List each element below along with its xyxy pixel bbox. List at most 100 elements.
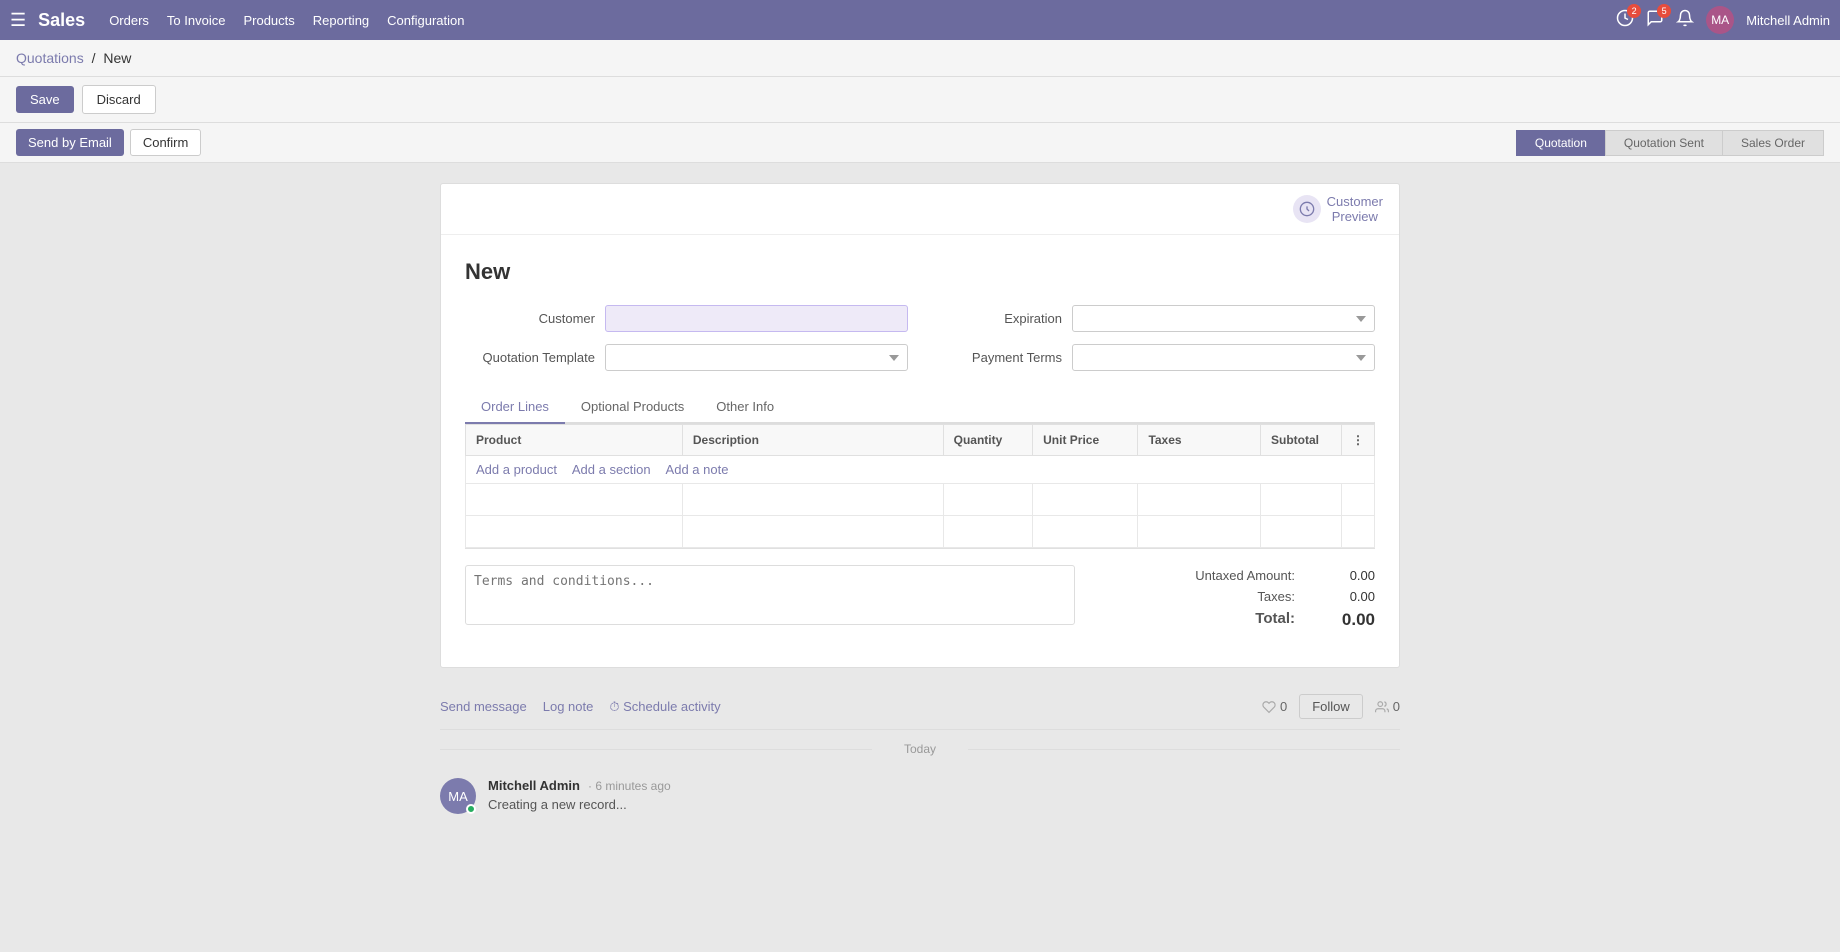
step-sales-order[interactable]: Sales Order xyxy=(1722,130,1824,156)
col-header-subtotal: Subtotal xyxy=(1260,425,1341,456)
customer-field-row: Customer xyxy=(465,305,908,332)
customer-preview-icon xyxy=(1293,195,1321,223)
totals-box: Untaxed Amount: 0.00 Taxes: 0.00 Total: … xyxy=(1095,565,1375,633)
clock-icon: ⏱ xyxy=(609,699,623,714)
table-row xyxy=(466,516,1375,548)
discard-button[interactable]: Discard xyxy=(82,85,156,114)
expiration-input[interactable] xyxy=(1072,305,1375,332)
chatter: Send message Log note ⏱ Schedule activit… xyxy=(440,684,1400,824)
action-buttons: Send by Email Confirm xyxy=(16,129,201,156)
untaxed-amount-row: Untaxed Amount: 0.00 xyxy=(1095,565,1375,586)
table-row xyxy=(466,484,1375,516)
order-lines-table: Product Description Quantity Unit Price … xyxy=(465,424,1375,548)
chatter-right: 0 Follow 0 xyxy=(1262,694,1400,719)
app-grid-icon[interactable]: ☰ xyxy=(10,10,26,31)
alerts-icon[interactable] xyxy=(1676,9,1694,32)
nav-orders[interactable]: Orders xyxy=(109,13,149,28)
expiration-label: Expiration xyxy=(932,311,1062,326)
followers-value: 0 xyxy=(1393,699,1400,714)
message-avatar: MA xyxy=(440,778,476,814)
customer-label: Customer xyxy=(465,311,595,326)
status-steps: Quotation Quotation Sent Sales Order xyxy=(1516,130,1824,156)
total-value: 0.00 xyxy=(1315,610,1375,630)
log-note-button[interactable]: Log note xyxy=(543,695,594,718)
form-title: New xyxy=(465,259,1375,285)
messages-icon[interactable]: 5 xyxy=(1646,9,1664,32)
chatter-actions: Send message Log note ⏱ Schedule activit… xyxy=(440,684,1400,730)
form-card: CustomerPreview New Customer Expiration xyxy=(440,183,1400,668)
send-email-button[interactable]: Send by Email xyxy=(16,129,124,156)
send-message-button[interactable]: Send message xyxy=(440,695,527,718)
add-links-cell: Add a product Add a section Add a note xyxy=(466,456,1375,484)
total-label: Total: xyxy=(1255,610,1295,630)
likes-value: 0 xyxy=(1280,699,1287,714)
nav-right: 2 5 MA Mitchell Admin xyxy=(1616,6,1830,34)
untaxed-label: Untaxed Amount: xyxy=(1195,568,1295,583)
col-header-unit-price: Unit Price xyxy=(1033,425,1138,456)
tab-order-lines[interactable]: Order Lines xyxy=(465,391,565,424)
tab-optional-products[interactable]: Optional Products xyxy=(565,391,700,424)
timeline-separator: Today xyxy=(440,742,1400,756)
breadcrumb-parent[interactable]: Quotations xyxy=(16,50,84,66)
tab-other-info[interactable]: Other Info xyxy=(700,391,790,424)
taxes-label: Taxes: xyxy=(1257,589,1295,604)
bottom-section: Untaxed Amount: 0.00 Taxes: 0.00 Total: … xyxy=(465,565,1375,643)
followers-count: 0 xyxy=(1375,699,1400,714)
step-quotation[interactable]: Quotation xyxy=(1516,130,1606,156)
nav-reporting[interactable]: Reporting xyxy=(313,13,369,28)
add-product-link[interactable]: Add a product xyxy=(476,462,557,477)
tabs: Order Lines Optional Products Other Info xyxy=(465,391,1375,424)
table-header-row: Product Description Quantity Unit Price … xyxy=(466,425,1375,456)
taxes-value: 0.00 xyxy=(1315,589,1375,604)
schedule-activity-button[interactable]: ⏱ Schedule activity xyxy=(609,695,720,719)
card-header: CustomerPreview xyxy=(441,184,1399,235)
nav-products[interactable]: Products xyxy=(243,13,294,28)
action-bar: Save Discard xyxy=(0,77,1840,123)
updates-badge: 2 xyxy=(1627,4,1641,18)
add-note-link[interactable]: Add a note xyxy=(666,462,729,477)
message: MA Mitchell Admin · 6 minutes ago Creati… xyxy=(440,768,1400,824)
step-quotation-sent[interactable]: Quotation Sent xyxy=(1605,130,1723,156)
follow-button[interactable]: Follow xyxy=(1299,694,1363,719)
nav-to-invoice[interactable]: To Invoice xyxy=(167,13,226,28)
main-area: CustomerPreview New Customer Expiration xyxy=(0,163,1840,915)
status-bar: Send by Email Confirm Quotation Quotatio… xyxy=(0,123,1840,163)
table-divider xyxy=(465,548,1375,549)
terms-box xyxy=(465,565,1075,633)
likes-count: 0 xyxy=(1262,699,1287,714)
messages-badge: 5 xyxy=(1657,4,1671,18)
nav-configuration[interactable]: Configuration xyxy=(387,13,464,28)
message-author: Mitchell Admin xyxy=(488,778,580,793)
save-button[interactable]: Save xyxy=(16,86,74,113)
customer-preview-button[interactable]: CustomerPreview xyxy=(1293,194,1383,224)
message-time: · 6 minutes ago xyxy=(588,779,671,793)
message-avatar-initials: MA xyxy=(448,789,468,804)
message-text: Creating a new record... xyxy=(488,797,1400,812)
expiration-field-row: Expiration xyxy=(932,305,1375,332)
col-header-quantity: Quantity xyxy=(943,425,1033,456)
user-name: Mitchell Admin xyxy=(1746,13,1830,28)
avatar[interactable]: MA xyxy=(1706,6,1734,34)
quotation-template-label: Quotation Template xyxy=(465,350,595,365)
app-title: Sales xyxy=(38,10,85,31)
top-navigation: ☰ Sales Orders To Invoice Products Repor… xyxy=(0,0,1840,40)
customer-input[interactable] xyxy=(605,305,908,332)
add-product-row: Add a product Add a section Add a note xyxy=(466,456,1375,484)
quotation-template-field-row: Quotation Template xyxy=(465,344,908,371)
breadcrumb-current: New xyxy=(103,50,131,66)
message-header: Mitchell Admin · 6 minutes ago xyxy=(488,778,1400,793)
message-content: Mitchell Admin · 6 minutes ago Creating … xyxy=(488,778,1400,814)
add-section-link[interactable]: Add a section xyxy=(572,462,651,477)
terms-textarea[interactable] xyxy=(465,565,1075,625)
col-header-taxes: Taxes xyxy=(1138,425,1261,456)
customer-preview-label: CustomerPreview xyxy=(1327,194,1383,224)
col-header-menu: ⋮ xyxy=(1341,425,1374,456)
breadcrumb-separator: / xyxy=(92,50,100,66)
quotation-template-input[interactable] xyxy=(605,344,908,371)
updates-icon[interactable]: 2 xyxy=(1616,9,1634,32)
payment-terms-input[interactable] xyxy=(1072,344,1375,371)
avatar-initials: MA xyxy=(1711,13,1729,27)
payment-terms-label: Payment Terms xyxy=(932,350,1062,365)
breadcrumb: Quotations / New xyxy=(0,40,1840,77)
confirm-button[interactable]: Confirm xyxy=(130,129,202,156)
